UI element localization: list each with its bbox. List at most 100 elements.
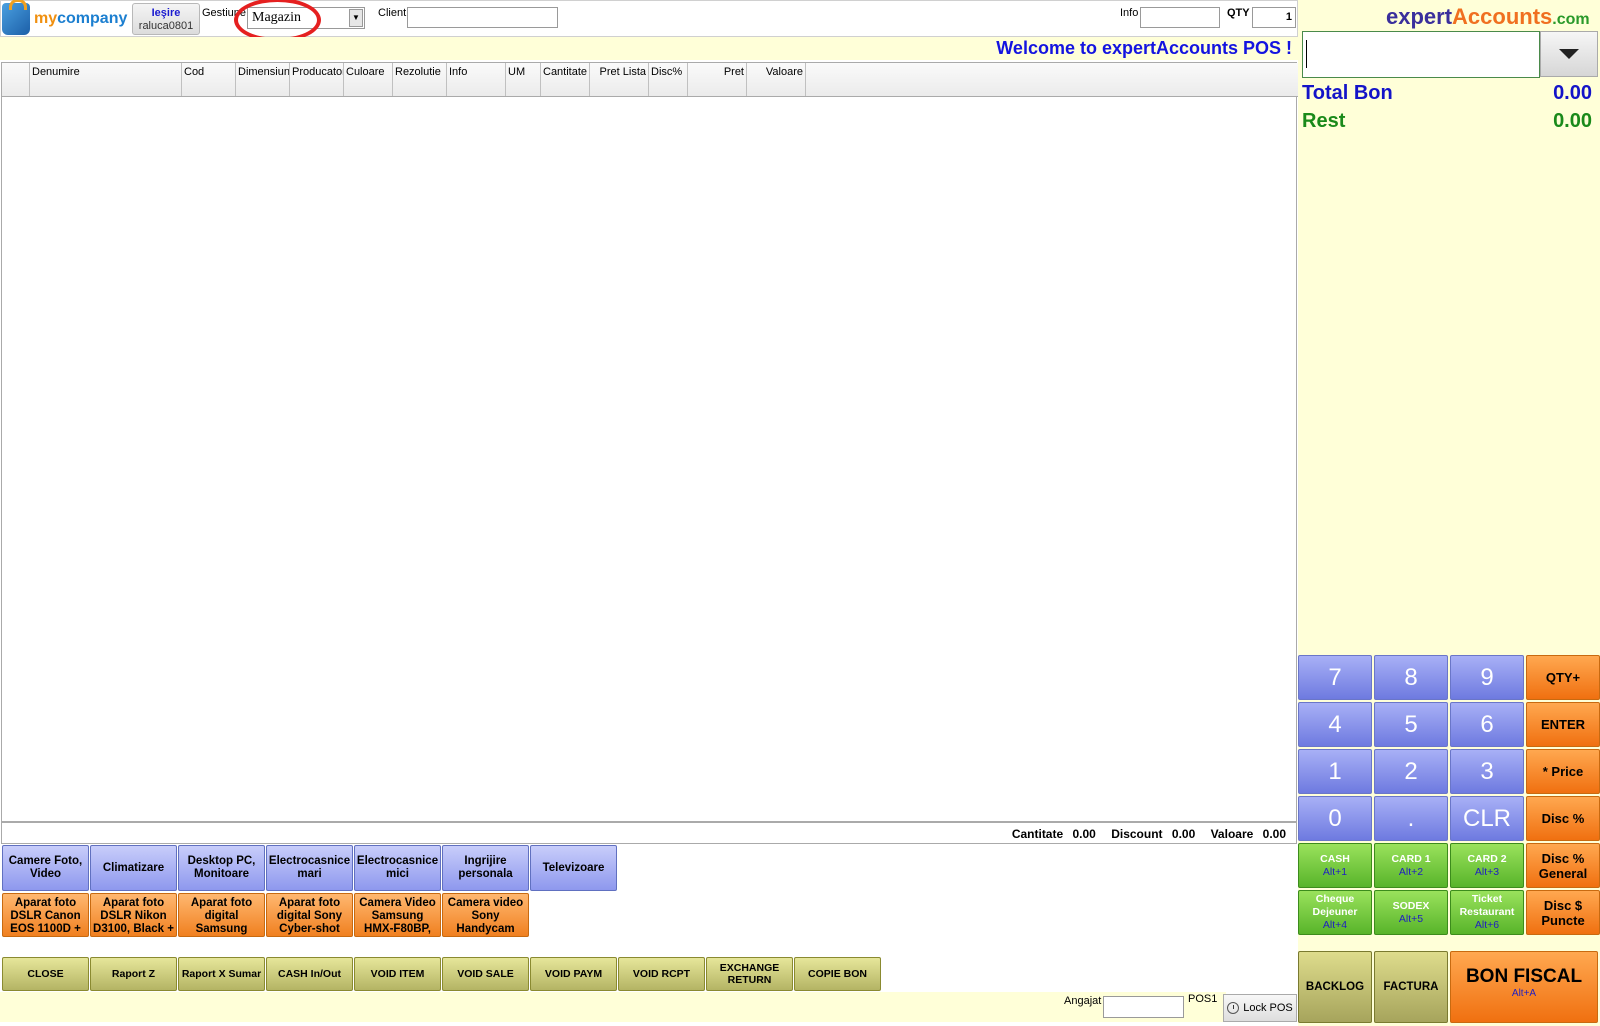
bottom-bar bbox=[0, 992, 1226, 1022]
info-label: Info bbox=[1120, 7, 1139, 19]
category-button[interactable]: Electrocasnice mici bbox=[354, 845, 441, 891]
key-2[interactable]: 2 bbox=[1374, 749, 1448, 794]
pay-ticket-button[interactable]: Ticket Restaurant Alt+6 bbox=[1450, 890, 1524, 935]
price-button[interactable]: * Price bbox=[1526, 749, 1600, 794]
disc-percent-button[interactable]: Disc % bbox=[1526, 796, 1600, 841]
category-button[interactable]: Televizoare bbox=[530, 845, 617, 891]
col-denumire[interactable]: Denumire bbox=[30, 63, 182, 96]
items-grid[interactable]: Denumire Cod Dimensiune Producator Culoa… bbox=[1, 62, 1298, 822]
key-5[interactable]: 5 bbox=[1374, 702, 1448, 747]
highlight-circle bbox=[234, 0, 321, 42]
pay-label: CARD 2 bbox=[1467, 852, 1507, 865]
backlog-button[interactable]: BACKLOG bbox=[1298, 951, 1372, 1023]
pay-shortcut: Alt+4 bbox=[1322, 919, 1348, 931]
raport-x-sumar-button[interactable]: Raport X Sumar bbox=[178, 957, 265, 991]
cantitate-label: Cantitate bbox=[1011, 827, 1064, 841]
col-disc[interactable]: Disc% bbox=[649, 63, 688, 96]
category-button[interactable]: Electrocasnice mari bbox=[266, 845, 353, 891]
qty-plus-button[interactable]: QTY+ bbox=[1526, 655, 1600, 700]
key-8[interactable]: 8 bbox=[1374, 655, 1448, 700]
col-valoare[interactable]: Valoare bbox=[747, 63, 806, 96]
void-item-button[interactable]: VOID ITEM bbox=[354, 957, 441, 991]
lock-pos-label: Lock POS bbox=[1243, 1002, 1293, 1014]
key-4[interactable]: 4 bbox=[1298, 702, 1372, 747]
rest-value: 0.00 bbox=[1553, 110, 1592, 132]
logo-text-accent: company bbox=[57, 10, 128, 27]
pay-label: Ticket Restaurant bbox=[1459, 893, 1515, 918]
product-button[interactable]: Aparat foto digital Sony Cyber-shot DSC-… bbox=[266, 893, 353, 937]
key-dot[interactable]: . bbox=[1374, 796, 1448, 841]
cash-in-out-button[interactable]: CASH In/Out bbox=[266, 957, 353, 991]
product-button[interactable]: Aparat foto DSLR Canon EOS 1100D + Obiec… bbox=[2, 893, 89, 937]
disc-general-button[interactable]: Disc % General bbox=[1526, 843, 1600, 888]
key-6[interactable]: 6 bbox=[1450, 702, 1524, 747]
grid-header: Denumire Cod Dimensiune Producator Culoa… bbox=[2, 63, 1298, 97]
col-cod[interactable]: Cod bbox=[182, 63, 236, 96]
product-button[interactable]: Camera Video Samsung HMX-F80BP, HD, Blac… bbox=[354, 893, 441, 937]
category-button[interactable]: Desktop PC, Monitoare bbox=[178, 845, 265, 891]
pay-sodex-button[interactable]: SODEX Alt+5 bbox=[1374, 890, 1448, 935]
key-0[interactable]: 0 bbox=[1298, 796, 1372, 841]
pay-cheque-button[interactable]: Cheque Dejeuner Alt+4 bbox=[1298, 890, 1372, 935]
grid-totals: Cantitate 0.00 Discount 0.00 Valoare 0.0… bbox=[1, 822, 1297, 844]
col-info[interactable]: Info bbox=[447, 63, 506, 96]
key-clr[interactable]: CLR bbox=[1450, 796, 1524, 841]
total-bon-label: Total Bon bbox=[1302, 82, 1393, 104]
brand-logo: expertAccounts.com bbox=[1386, 4, 1590, 30]
void-rcpt-button[interactable]: VOID RCPT bbox=[618, 957, 705, 991]
category-button[interactable]: Camere Foto, Video bbox=[2, 845, 89, 891]
product-button[interactable]: Camera video Sony Handycam HDR-CX210E bbox=[442, 893, 529, 937]
col-select[interactable] bbox=[2, 63, 30, 96]
valoare-value: 0.00 bbox=[1262, 827, 1286, 841]
pay-shortcut: Alt+1 bbox=[1322, 865, 1348, 878]
raport-z-button[interactable]: Raport Z bbox=[90, 957, 177, 991]
key-1[interactable]: 1 bbox=[1298, 749, 1372, 794]
clock-icon bbox=[1227, 1002, 1240, 1014]
col-producator[interactable]: Producator bbox=[290, 63, 344, 96]
pay-label: Cheque Dejeuner bbox=[1312, 893, 1358, 918]
col-pret[interactable]: Pret bbox=[688, 63, 747, 96]
pay-shortcut: Alt+6 bbox=[1474, 919, 1500, 931]
category-button[interactable]: Ingrijire personala bbox=[442, 845, 529, 891]
pay-card1-button[interactable]: CARD 1 Alt+2 bbox=[1374, 843, 1448, 888]
qty-input[interactable]: 1 bbox=[1252, 7, 1296, 28]
bon-fiscal-shortcut: Alt+A bbox=[1511, 988, 1537, 999]
disc-puncte-button[interactable]: Disc $ Puncte bbox=[1526, 890, 1600, 935]
bon-fiscal-label: BON FISCAL bbox=[1465, 966, 1583, 987]
barcode-input[interactable] bbox=[1302, 31, 1540, 78]
chevron-down-icon[interactable]: ▼ bbox=[349, 9, 363, 27]
logout-button[interactable]: Ieşire raluca0801 bbox=[132, 3, 200, 35]
exchange-return-button[interactable]: EXCHANGE RETURN bbox=[706, 957, 793, 991]
pay-shortcut: Alt+5 bbox=[1398, 912, 1424, 925]
welcome-bar: Welcome to expertAccounts POS ! bbox=[0, 37, 1298, 60]
shopping-bag-icon bbox=[2, 0, 30, 35]
category-button[interactable]: Climatizare bbox=[90, 845, 177, 891]
dropdown-button[interactable] bbox=[1540, 31, 1598, 77]
pay-cash-button[interactable]: CASH Alt+1 bbox=[1298, 843, 1372, 888]
info-input[interactable] bbox=[1140, 7, 1220, 28]
col-cantitate[interactable]: Cantitate bbox=[541, 63, 590, 96]
pay-shortcut: Alt+3 bbox=[1474, 865, 1500, 878]
col-dimensiune[interactable]: Dimensiune bbox=[236, 63, 290, 96]
col-culoare[interactable]: Culoare bbox=[344, 63, 393, 96]
angajat-input[interactable] bbox=[1103, 996, 1184, 1018]
lock-pos-button[interactable]: Lock POS bbox=[1223, 994, 1297, 1022]
product-button[interactable]: Aparat foto digital Samsung ES90, 14.2MP bbox=[178, 893, 265, 937]
key-7[interactable]: 7 bbox=[1298, 655, 1372, 700]
key-3[interactable]: 3 bbox=[1450, 749, 1524, 794]
void-paym-button[interactable]: VOID PAYM bbox=[530, 957, 617, 991]
product-button[interactable]: Aparat foto DSLR Nikon D3100, Black + Ob… bbox=[90, 893, 177, 937]
copie-bon-button[interactable]: COPIE BON bbox=[794, 957, 881, 991]
col-rezolutie[interactable]: Rezolutie bbox=[393, 63, 447, 96]
key-9[interactable]: 9 bbox=[1450, 655, 1524, 700]
client-input[interactable] bbox=[407, 7, 558, 28]
pay-card2-button[interactable]: CARD 2 Alt+3 bbox=[1450, 843, 1524, 888]
close-button[interactable]: CLOSE bbox=[2, 957, 89, 991]
bon-fiscal-button[interactable]: BON FISCAL Alt+A bbox=[1450, 951, 1598, 1023]
col-um[interactable]: UM bbox=[506, 63, 541, 96]
col-pret-lista[interactable]: Pret Lista bbox=[590, 63, 649, 96]
enter-button[interactable]: ENTER bbox=[1526, 702, 1600, 747]
void-sale-button[interactable]: VOID SALE bbox=[442, 957, 529, 991]
factura-button[interactable]: FACTURA bbox=[1374, 951, 1448, 1023]
brand-part1: expert bbox=[1386, 4, 1453, 29]
